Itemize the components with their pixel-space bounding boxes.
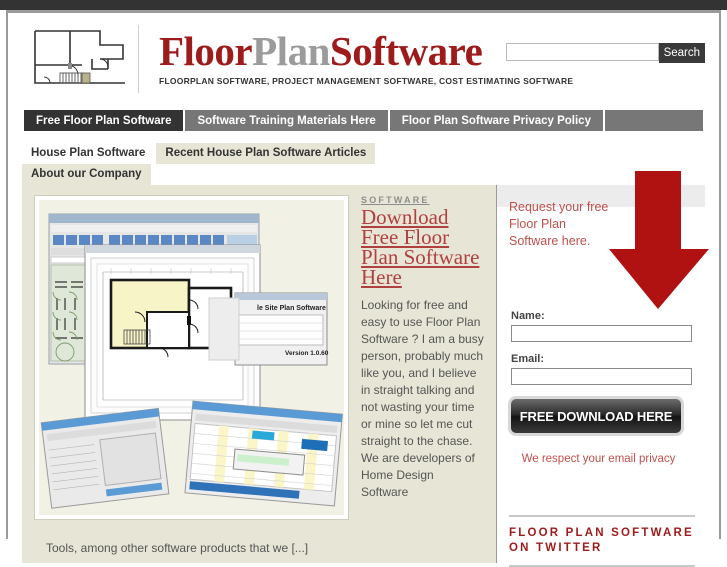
search-button[interactable]: Search	[658, 43, 705, 63]
email-input[interactable]	[511, 368, 692, 385]
top-bar	[0, 0, 727, 10]
search-input[interactable]	[505, 43, 659, 61]
nav-item-privacy-policy[interactable]: Floor Plan Software Privacy Policy	[389, 110, 605, 131]
page-frame: FloorPlanSoftware FLOORPLAN SOFTWARE, PR…	[6, 10, 721, 567]
brand-title-software: Software	[329, 28, 483, 74]
floor-plan-logo-icon	[30, 25, 139, 93]
main-nav: Free Floor Plan Software Software Traini…	[24, 110, 703, 131]
brand-title-floor: Floor	[159, 28, 253, 74]
brand-tagline: FLOORPLAN SOFTWARE, PROJECT MANAGEMENT S…	[159, 76, 574, 86]
article-thumbnail[interactable]: le Site Plan Software Version 1.0.60	[34, 195, 349, 520]
article-body: Looking for free and easy to use Floor P…	[361, 298, 484, 499]
brand-title-plan: Plan	[252, 28, 330, 74]
free-download-button[interactable]: FREE DOWNLOAD HERE	[511, 399, 681, 433]
article-headline-link[interactable]: Download Free Floor Plan Software Here	[361, 207, 484, 288]
article-tail: Tools, among other software products tha…	[46, 541, 309, 555]
search-area[interactable]: Search	[505, 43, 705, 63]
tab-row-2: About our Company	[22, 164, 705, 185]
logo-area[interactable]: FloorPlanSoftware FLOORPLAN SOFTWARE, PR…	[30, 25, 573, 93]
name-input[interactable]	[511, 325, 692, 342]
tab-about-our-company[interactable]: About our Company	[22, 164, 151, 185]
tab-house-plan-software[interactable]: House Plan Software	[22, 143, 155, 164]
nav-item-free-floor-plan-software[interactable]: Free Floor Plan Software	[24, 110, 186, 131]
svg-text:le Site Plan Software: le Site Plan Software	[257, 305, 326, 312]
nav-filler	[604, 110, 703, 131]
sidebar: Request your free Floor Plan Software he…	[497, 171, 709, 567]
signup-form: Name: Email: FREE DOWNLOAD HERE We respe…	[511, 310, 693, 465]
main-nav-wrap: Free Floor Plan Software Software Traini…	[8, 110, 719, 131]
content-columns: le Site Plan Software Version 1.0.60 SOF…	[22, 171, 709, 567]
twitter-heading: FLOOR PLAN SOFTWARE ON TWITTER	[509, 527, 694, 554]
article-text: SOFTWARE Download Free Floor Plan Softwa…	[361, 195, 484, 520]
twitter-rule-top	[509, 515, 695, 517]
article-block: le Site Plan Software Version 1.0.60 SOF…	[22, 195, 496, 520]
email-label: Email:	[511, 353, 545, 365]
tab-recent-articles[interactable]: Recent House Plan Software Articles	[156, 143, 376, 164]
sidebar-lead-text: Request your free Floor Plan Software he…	[509, 200, 609, 248]
nav-item-software-training-materials[interactable]: Software Training Materials Here	[185, 110, 390, 131]
site-header: FloorPlanSoftware FLOORPLAN SOFTWARE, PR…	[8, 13, 719, 105]
privacy-note: We respect your email privacy	[521, 453, 676, 465]
tab-row-1: House Plan Software Recent House Plan So…	[22, 143, 705, 164]
twitter-section: FLOOR PLAN SOFTWARE ON TWITTER	[509, 515, 695, 567]
main-content: le Site Plan Software Version 1.0.60 SOF…	[22, 185, 497, 563]
svg-text:Version 1.0.60: Version 1.0.60	[285, 350, 329, 357]
red-down-arrow-icon	[609, 171, 709, 309]
floor-plan-software-screenshot: le Site Plan Software Version 1.0.60	[39, 200, 344, 515]
article-kicker: SOFTWARE	[361, 195, 430, 205]
